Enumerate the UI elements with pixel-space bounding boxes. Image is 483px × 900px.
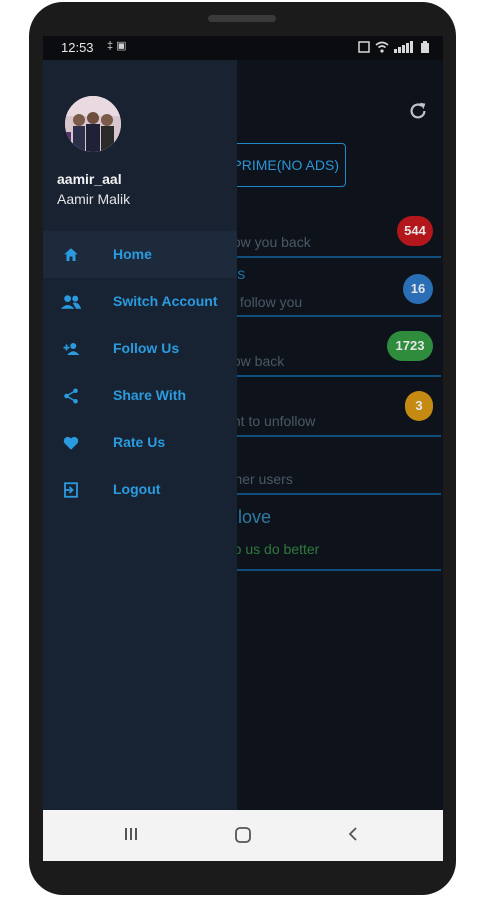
status-time: 12:53 <box>61 40 94 55</box>
full-name: Aamir Malik <box>57 191 131 207</box>
menu-item-share-with[interactable]: Share With <box>43 372 237 419</box>
system-nav-bar <box>43 810 443 861</box>
logout-icon <box>64 482 78 498</box>
profile-photo <box>65 96 121 152</box>
battery-icon <box>421 41 429 53</box>
refresh-icon[interactable] <box>407 100 429 122</box>
share-icon <box>64 388 78 404</box>
drawer-header: aamir_aal Aamir Malik <box>43 60 237 230</box>
menu-label: Logout <box>113 481 161 497</box>
menu-label: Home <box>113 246 152 262</box>
menu-label: Rate Us <box>113 434 166 450</box>
drawer-menu: Home Switch Account Follow Us Share With… <box>43 231 237 513</box>
count-badge: 16 <box>403 274 433 304</box>
count-badge: 3 <box>405 391 433 421</box>
menu-label: Share With <box>113 387 186 403</box>
phone-frame: 12:53 ‡ ▣ PRIME(NO ADS) s follow you bac… <box>29 2 456 895</box>
menu-item-follow-us[interactable]: Follow Us <box>43 325 237 372</box>
username: aamir_aal <box>57 171 122 187</box>
count-badge: 544 <box>397 216 433 246</box>
home-icon <box>64 248 78 261</box>
menu-item-switch-account[interactable]: Switch Account <box>43 278 237 325</box>
screen: 12:53 ‡ ▣ PRIME(NO ADS) s follow you bac… <box>43 36 443 861</box>
people-icon <box>60 295 82 309</box>
status-bar: 12:53 ‡ ▣ <box>43 36 443 60</box>
back-icon[interactable] <box>347 826 359 842</box>
phone-speaker <box>208 15 276 22</box>
count-badge: 1723 <box>387 331 433 361</box>
menu-item-rate-us[interactable]: Rate Us <box>43 419 237 466</box>
status-icons <box>358 41 429 53</box>
home-button-icon[interactable] <box>234 826 252 844</box>
wifi-icon <box>375 41 389 53</box>
volte-icon <box>358 41 370 53</box>
menu-label: Switch Account <box>113 293 218 309</box>
heart-icon <box>63 436 79 450</box>
notification-icons: ‡ ▣ <box>107 40 127 52</box>
navigation-drawer: aamir_aal Aamir Malik Home Switch Accoun… <box>43 60 237 810</box>
avatar[interactable] <box>65 96 121 152</box>
signal-icon <box>394 41 413 53</box>
recent-apps-icon[interactable] <box>123 826 139 842</box>
person-add-icon <box>63 343 80 355</box>
menu-item-logout[interactable]: Logout <box>43 466 237 513</box>
menu-label: Follow Us <box>113 340 180 356</box>
menu-item-home[interactable]: Home <box>43 231 237 278</box>
